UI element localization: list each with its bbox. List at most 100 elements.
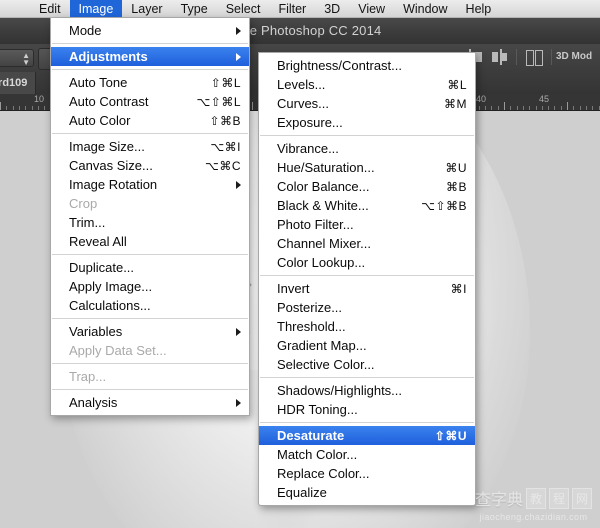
menu-item-label: Apply Data Set... bbox=[69, 343, 167, 358]
menu-item-label: Photo Filter... bbox=[277, 217, 354, 232]
ruler-tick bbox=[554, 106, 555, 110]
adjustments-menu-item-invert[interactable]: Invert⌘I bbox=[259, 279, 475, 298]
toolbar-divider bbox=[551, 49, 552, 65]
adjustments-menu-item-desaturate[interactable]: Desaturate⇧⌘U bbox=[259, 426, 475, 445]
photoshop-screenshot: Adobe Photoshop CC 2014 er ▲▼ bbox=[0, 0, 600, 528]
watermark-char-3: 网 bbox=[572, 488, 592, 509]
menu-item-shortcut: ⌥⇧⌘B bbox=[405, 199, 467, 213]
menu-item-label: Replace Color... bbox=[277, 466, 370, 481]
menu-item-shortcut: ⇧⌘U bbox=[419, 429, 467, 443]
adjustments-menu-item-posterize[interactable]: Posterize... bbox=[259, 298, 475, 317]
menu-separator bbox=[52, 133, 248, 134]
adjustments-submenu-dropdown[interactable]: Brightness/Contrast...Levels...⌘LCurves.… bbox=[258, 52, 476, 506]
image-menu-item-auto-contrast[interactable]: Auto Contrast⌥⇧⌘L bbox=[51, 92, 249, 111]
menu-bar: EditImageLayerTypeSelectFilter3DViewWind… bbox=[0, 0, 600, 18]
adjustments-menu-item-replace-color[interactable]: Replace Color... bbox=[259, 464, 475, 483]
image-menu-item-mode[interactable]: Mode bbox=[51, 21, 249, 40]
menubar-item-view[interactable]: View bbox=[349, 0, 394, 17]
adjustments-menu-item-selective-color[interactable]: Selective Color... bbox=[259, 355, 475, 374]
adjustments-menu-item-threshold[interactable]: Threshold... bbox=[259, 317, 475, 336]
3d-mode-label: 3D Mod bbox=[556, 51, 592, 62]
adjustments-menu-item-shadows-highlights[interactable]: Shadows/Highlights... bbox=[259, 381, 475, 400]
submenu-arrow-icon bbox=[236, 181, 241, 189]
adjustments-menu-item-color-lookup[interactable]: Color Lookup... bbox=[259, 253, 475, 272]
tool-preset-select[interactable]: er ▲▼ bbox=[0, 49, 34, 67]
menu-item-label: Trap... bbox=[69, 369, 106, 384]
ruler-tick bbox=[25, 106, 26, 110]
menu-separator bbox=[260, 377, 474, 378]
menubar-item-window[interactable]: Window bbox=[394, 0, 456, 17]
adjustments-menu-item-equalize[interactable]: Equalize bbox=[259, 483, 475, 502]
image-menu-item-auto-color[interactable]: Auto Color⇧⌘B bbox=[51, 111, 249, 130]
image-menu-item-image-rotation[interactable]: Image Rotation bbox=[51, 175, 249, 194]
image-menu-item-auto-tone[interactable]: Auto Tone⇧⌘L bbox=[51, 73, 249, 92]
menu-item-label: Image Size... bbox=[69, 139, 145, 154]
menu-item-label: Auto Tone bbox=[69, 75, 127, 90]
submenu-arrow-icon bbox=[236, 328, 241, 336]
adjustments-menu-item-brightness-contrast[interactable]: Brightness/Contrast... bbox=[259, 56, 475, 75]
menu-separator bbox=[52, 254, 248, 255]
menubar-item-edit[interactable]: Edit bbox=[30, 0, 70, 17]
menubar-item-type[interactable]: Type bbox=[172, 0, 217, 17]
adjustments-menu-item-hue-saturation[interactable]: Hue/Saturation...⌘U bbox=[259, 158, 475, 177]
ruler-tick bbox=[13, 106, 14, 110]
adjustments-menu-item-gradient-map[interactable]: Gradient Map... bbox=[259, 336, 475, 355]
image-menu-item-variables[interactable]: Variables bbox=[51, 322, 249, 341]
menubar-item-help[interactable]: Help bbox=[457, 0, 501, 17]
image-menu-item-adjustments[interactable]: Adjustments bbox=[51, 47, 249, 66]
menu-item-label: Adjustments bbox=[69, 49, 148, 64]
image-menu-item-canvas-size[interactable]: Canvas Size...⌥⌘C bbox=[51, 156, 249, 175]
document-tab[interactable]: -ford109 bbox=[0, 72, 36, 94]
watermark-brand: 查字典 bbox=[475, 486, 523, 510]
ruler-tick bbox=[32, 106, 33, 110]
adjustments-menu-item-black-white[interactable]: Black & White...⌥⇧⌘B bbox=[259, 196, 475, 215]
menubar-item-layer[interactable]: Layer bbox=[122, 0, 171, 17]
image-menu-item-crop: Crop bbox=[51, 194, 249, 213]
menu-item-label: Reveal All bbox=[69, 234, 127, 249]
adjustments-menu-item-curves[interactable]: Curves...⌘M bbox=[259, 94, 475, 113]
adjustments-menu-item-vibrance[interactable]: Vibrance... bbox=[259, 139, 475, 158]
menubar-item-image[interactable]: Image bbox=[70, 0, 123, 17]
image-menu-item-apply-image[interactable]: Apply Image... bbox=[51, 277, 249, 296]
align-distribute-icon[interactable] bbox=[490, 48, 508, 66]
menu-separator bbox=[52, 389, 248, 390]
menu-item-label: Shadows/Highlights... bbox=[277, 383, 402, 398]
adjustments-menu-item-channel-mixer[interactable]: Channel Mixer... bbox=[259, 234, 475, 253]
image-menu-item-apply-data-set: Apply Data Set... bbox=[51, 341, 249, 360]
menu-item-label: HDR Toning... bbox=[277, 402, 358, 417]
menubar-item-select[interactable]: Select bbox=[217, 0, 270, 17]
image-menu-item-image-size[interactable]: Image Size...⌥⌘I bbox=[51, 137, 249, 156]
image-menu-item-reveal-all[interactable]: Reveal All bbox=[51, 232, 249, 251]
image-menu-dropdown[interactable]: ModeAdjustmentsAuto Tone⇧⌘LAuto Contrast… bbox=[50, 18, 250, 416]
menu-separator bbox=[52, 69, 248, 70]
menubar-item-filter[interactable]: Filter bbox=[269, 0, 315, 17]
image-menu-item-duplicate[interactable]: Duplicate... bbox=[51, 258, 249, 277]
ruler-label: 40 bbox=[476, 94, 486, 104]
menu-item-label: Curves... bbox=[277, 96, 329, 111]
align-columns-icon[interactable] bbox=[525, 48, 543, 66]
image-menu-item-trim[interactable]: Trim... bbox=[51, 213, 249, 232]
adjustments-menu-item-match-color[interactable]: Match Color... bbox=[259, 445, 475, 464]
menu-separator bbox=[260, 275, 474, 276]
submenu-arrow-icon bbox=[236, 53, 241, 61]
menu-item-label: Exposure... bbox=[277, 115, 343, 130]
menu-separator bbox=[260, 135, 474, 136]
menu-item-label: Crop bbox=[69, 196, 97, 211]
menu-item-label: Auto Contrast bbox=[69, 94, 149, 109]
adjustments-menu-item-levels[interactable]: Levels...⌘L bbox=[259, 75, 475, 94]
adjustments-menu-item-hdr-toning[interactable]: HDR Toning... bbox=[259, 400, 475, 419]
adjustments-menu-item-color-balance[interactable]: Color Balance...⌘B bbox=[259, 177, 475, 196]
image-menu-item-calculations[interactable]: Calculations... bbox=[51, 296, 249, 315]
adjustments-menu-item-exposure[interactable]: Exposure... bbox=[259, 113, 475, 132]
menu-item-label: Channel Mixer... bbox=[277, 236, 371, 251]
ruler-tick bbox=[536, 106, 537, 110]
ruler-tick bbox=[479, 106, 480, 110]
ruler-label: 45 bbox=[539, 94, 549, 104]
menu-item-label: Variables bbox=[69, 324, 122, 339]
image-menu-item-analysis[interactable]: Analysis bbox=[51, 393, 249, 412]
ruler-tick bbox=[548, 106, 549, 110]
ruler-tick bbox=[523, 106, 524, 110]
adjustments-menu-item-photo-filter[interactable]: Photo Filter... bbox=[259, 215, 475, 234]
menubar-item-3d[interactable]: 3D bbox=[315, 0, 349, 17]
ruler-tick bbox=[485, 106, 486, 110]
